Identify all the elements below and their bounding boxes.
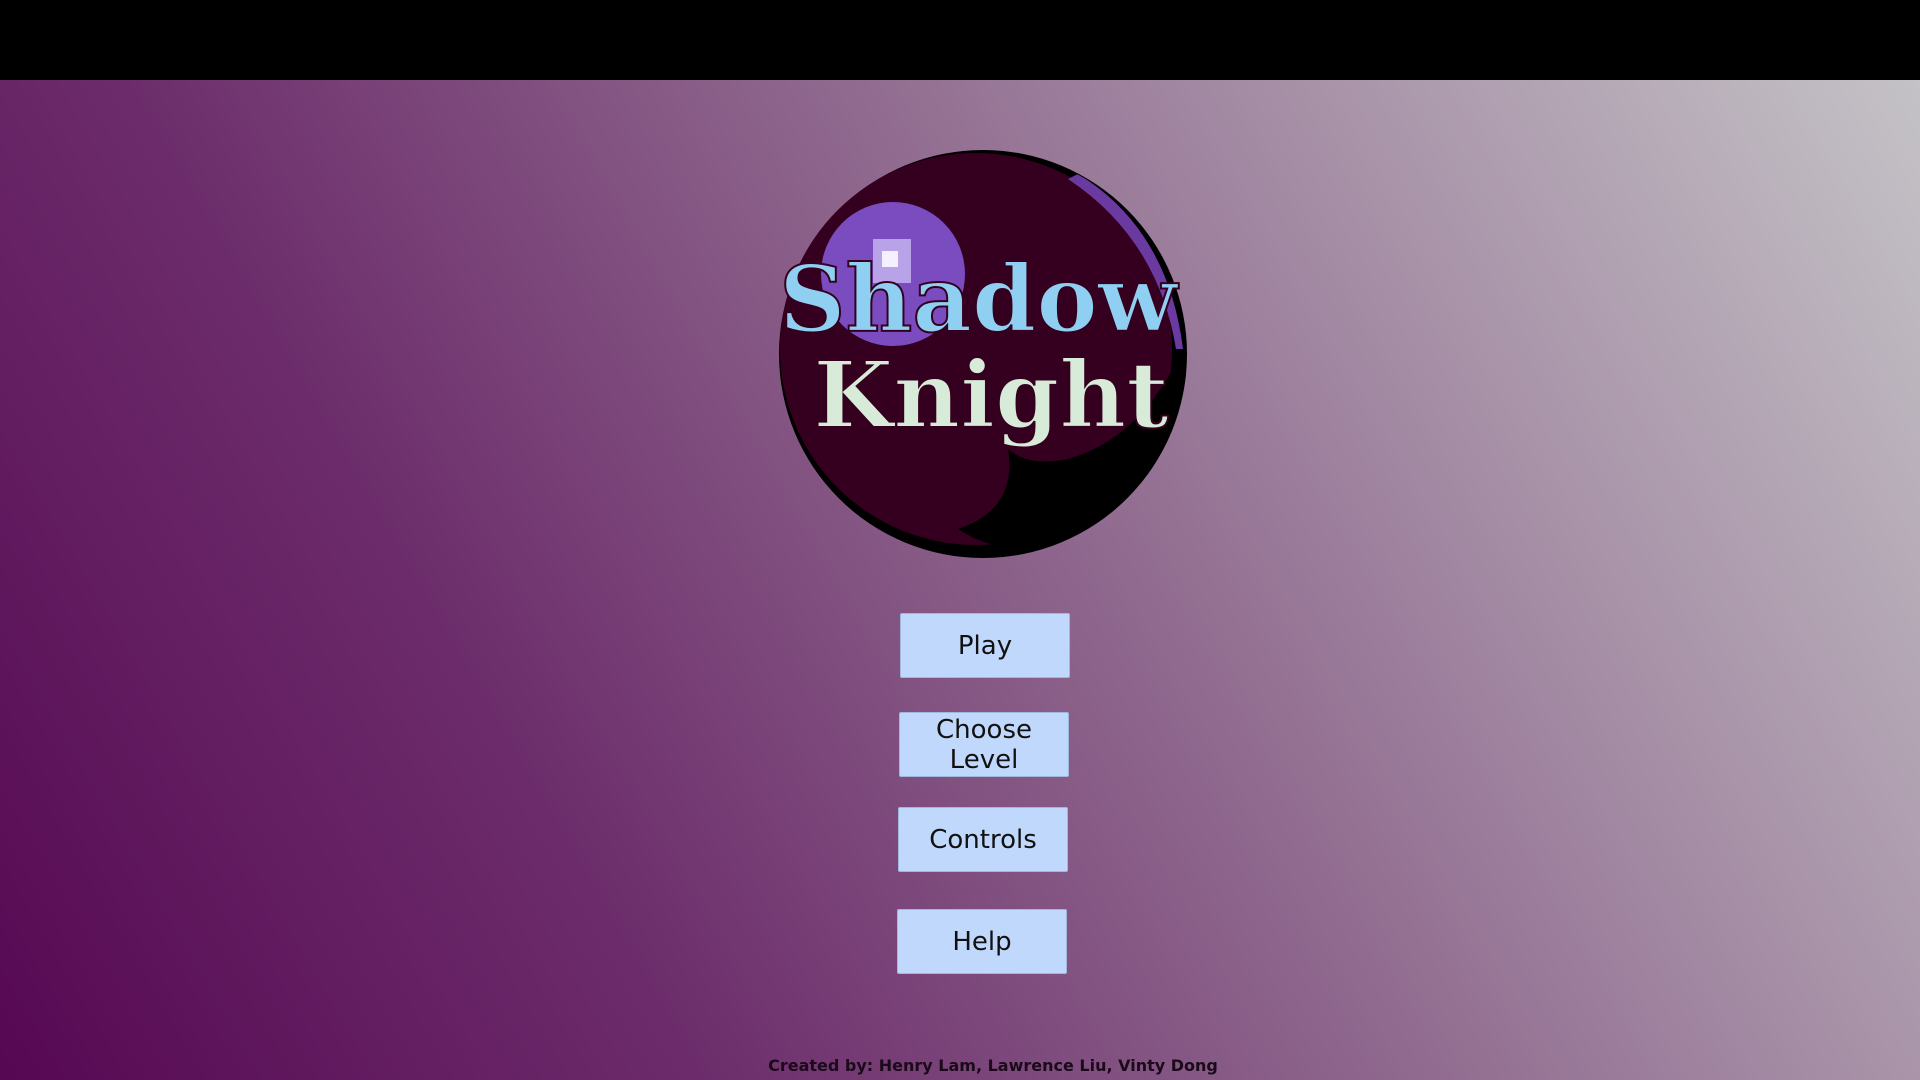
help-button[interactable]: Help (897, 909, 1067, 974)
controls-button[interactable]: Controls (898, 807, 1068, 872)
logo-title-line1: Shadow (779, 245, 1180, 353)
logo-title-line2: Knight (813, 341, 1169, 449)
choose-level-button[interactable]: Choose Level (899, 712, 1069, 777)
shadow-orb-icon: Shadow Knight (778, 150, 1187, 558)
game-logo: Shadow Knight (778, 149, 1188, 559)
credits-text: Created by: Henry Lam, Lawrence Liu, Vin… (768, 1056, 1218, 1075)
play-button[interactable]: Play (900, 613, 1070, 678)
top-bar (0, 0, 1920, 80)
